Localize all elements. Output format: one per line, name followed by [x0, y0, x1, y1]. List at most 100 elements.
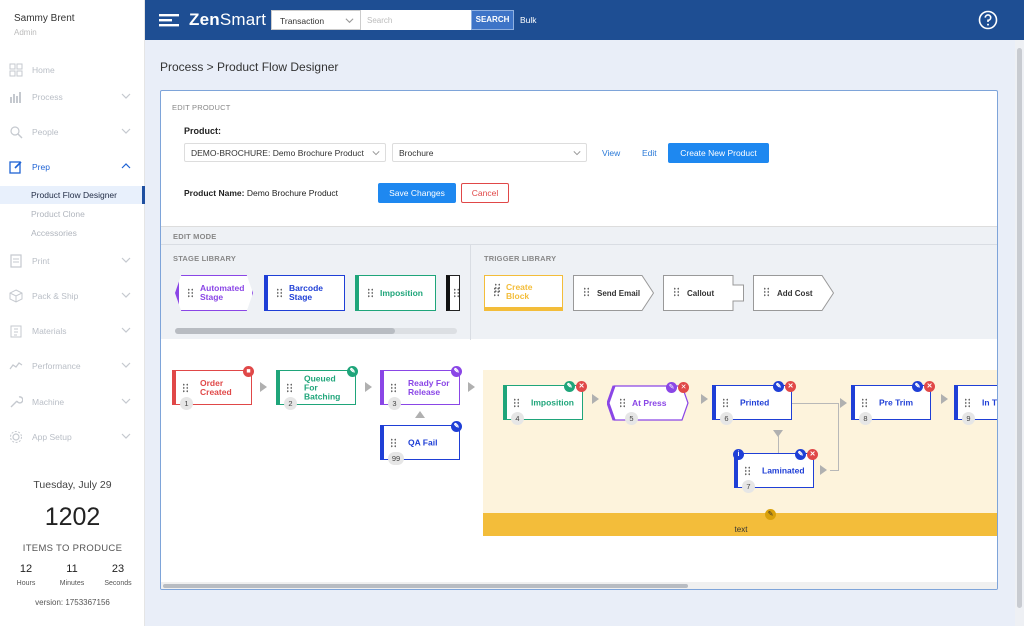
drag-handle-icon[interactable]: [763, 287, 769, 297]
delete-icon[interactable]: ✕: [807, 449, 818, 460]
chevron-up-icon: [121, 163, 131, 169]
sidebar-item-performance[interactable]: Performance: [0, 355, 145, 377]
drag-handle-icon[interactable]: [964, 397, 971, 408]
drag-handle-icon[interactable]: [722, 397, 729, 408]
drag-handle-icon[interactable]: [187, 288, 194, 298]
menu-icon[interactable]: [159, 12, 181, 28]
edit-icon[interactable]: ✎: [795, 449, 806, 460]
library-automated-stage-label: Automated Stage: [200, 283, 245, 302]
info-icon[interactable]: i: [733, 449, 744, 460]
product-select[interactable]: DEMO-BROCHURE: Demo Brochure Product: [184, 143, 386, 162]
edit-icon[interactable]: ✎: [451, 421, 462, 432]
library-stage-partial[interactable]: [446, 275, 460, 311]
drag-handle-icon[interactable]: [390, 382, 397, 393]
drag-handle-icon[interactable]: [513, 397, 520, 408]
sidebar-item-process[interactable]: Process: [0, 86, 145, 108]
sidebar-subitem-product-clone[interactable]: Product Clone: [0, 205, 145, 223]
stage-queued-for-batching[interactable]: Queued For Batching 2 ✎: [276, 366, 358, 410]
sidebar-item-machine[interactable]: Machine: [0, 391, 145, 413]
sidebar-subitem-accessories[interactable]: Accessories: [0, 224, 145, 242]
save-changes-button[interactable]: Save Changes: [378, 183, 456, 203]
lock-icon: ■: [243, 366, 254, 377]
edit-mode-divider: [161, 244, 997, 245]
library-imposition-stage-label: Imposition: [380, 288, 423, 298]
cancel-button[interactable]: Cancel: [461, 183, 509, 203]
stage-number: 8: [859, 412, 872, 425]
drag-handle-icon[interactable]: [453, 288, 460, 298]
stage-pre-trim[interactable]: Pre Trim 8 ✎ ✕: [851, 381, 935, 425]
delete-icon[interactable]: ✕: [576, 381, 587, 392]
edit-icon[interactable]: ✎: [912, 381, 923, 392]
edit-icon: [9, 161, 22, 174]
stage-name: Order Created: [200, 377, 232, 397]
sidebar-item-people[interactable]: People: [0, 121, 145, 143]
delete-icon[interactable]: ✕: [678, 382, 689, 393]
drag-handle-icon[interactable]: [286, 382, 293, 393]
flow-arrow: [592, 394, 599, 404]
sidebar-item-app-setup[interactable]: App Setup: [0, 426, 145, 448]
view-link[interactable]: View: [602, 148, 620, 158]
page-scroll-thumb[interactable]: [1017, 48, 1022, 608]
help-icon[interactable]: [978, 10, 998, 30]
product-type-select[interactable]: Brochure: [392, 143, 587, 162]
drag-handle-icon[interactable]: [390, 437, 397, 448]
stage-printed[interactable]: Printed 6 ✎ ✕: [712, 381, 796, 425]
sidebar-subitem-product-flow-designer[interactable]: Product Flow Designer: [0, 186, 145, 204]
delete-icon[interactable]: ✕: [924, 381, 935, 392]
sidebar-item-print[interactable]: Print: [0, 250, 145, 272]
edit-product-heading: EDIT PRODUCT: [172, 103, 231, 112]
drag-handle-icon[interactable]: [861, 397, 868, 408]
edit-icon[interactable]: ✎: [564, 381, 575, 392]
sidebar-item-materials[interactable]: Materials: [0, 320, 145, 342]
edit-icon[interactable]: ✎: [666, 382, 677, 393]
edit-icon[interactable]: ✎: [347, 366, 358, 377]
product-editor-card: EDIT PRODUCT Product: DEMO-BROCHURE: Dem…: [160, 90, 998, 590]
block-edit-icon[interactable]: ✎: [765, 509, 776, 520]
search-button[interactable]: SEARCH: [471, 10, 514, 30]
edit-link[interactable]: Edit: [642, 148, 657, 158]
gear-icon: [10, 431, 22, 443]
chevron-down-icon: [345, 18, 354, 24]
sidebar-item-prep[interactable]: Prep: [0, 156, 145, 178]
stage-ready-for-release[interactable]: Ready For Release 3 ✎: [380, 366, 462, 410]
edit-icon[interactable]: ✎: [451, 366, 462, 377]
search-type-select[interactable]: Transaction: [271, 10, 361, 30]
stage-laminated[interactable]: Laminated 7 i ✎ ✕: [733, 449, 818, 493]
sidebar-item-label: Home: [32, 65, 55, 75]
drag-handle-icon[interactable]: [744, 465, 751, 476]
create-new-product-button[interactable]: Create New Product: [668, 143, 769, 163]
drag-handle-icon[interactable]: [583, 287, 589, 297]
stage-qa-fail[interactable]: QA Fail 99 ✎: [380, 421, 462, 465]
drag-handle-icon[interactable]: [276, 288, 283, 298]
timer-hours-value: 12: [19, 563, 33, 575]
stage-imposition[interactable]: Imposition 4 ✎ ✕: [503, 381, 587, 425]
stage-in-trim[interactable]: In Tr 9: [954, 385, 997, 425]
bulk-link[interactable]: Bulk: [520, 15, 537, 25]
stage-name: In Tr: [982, 397, 997, 407]
stage-order-created[interactable]: Order Created 1 ■: [172, 366, 254, 410]
breadcrumb: Process > Product Flow Designer: [160, 60, 339, 74]
stage-name: At Press: [632, 398, 667, 408]
drag-handle-icon[interactable]: [673, 287, 679, 297]
chevron-down-icon: [121, 128, 131, 134]
chevron-down-icon: [573, 151, 581, 156]
edit-icon[interactable]: ✎: [773, 381, 784, 392]
library-create-block[interactable]: Create Block: [484, 275, 563, 311]
logo[interactable]: ZenSmart: [159, 10, 266, 30]
drag-handle-icon[interactable]: [182, 382, 189, 393]
canvas-scroll-thumb[interactable]: [163, 584, 688, 588]
sidebar-item-home[interactable]: Home: [0, 59, 145, 81]
search-input[interactable]: [361, 10, 473, 30]
drag-handle-icon[interactable]: [494, 283, 500, 293]
library-barcode-stage[interactable]: Barcode Stage: [264, 275, 345, 311]
library-add-cost-label: Add Cost: [777, 289, 813, 298]
drag-handle-icon[interactable]: [619, 398, 625, 408]
drag-handle-icon[interactable]: [367, 288, 374, 298]
library-automated-stage[interactable]: Automated Stage: [175, 275, 253, 311]
stage-library-scroll-thumb[interactable]: [175, 328, 395, 334]
delete-icon[interactable]: ✕: [785, 381, 796, 392]
sidebar-item-pack-ship[interactable]: Pack & Ship: [0, 285, 145, 307]
library-imposition-stage[interactable]: Imposition: [355, 275, 436, 311]
items-count: 1202: [44, 503, 101, 531]
library-barcode-stage-label: Barcode Stage: [289, 283, 324, 302]
